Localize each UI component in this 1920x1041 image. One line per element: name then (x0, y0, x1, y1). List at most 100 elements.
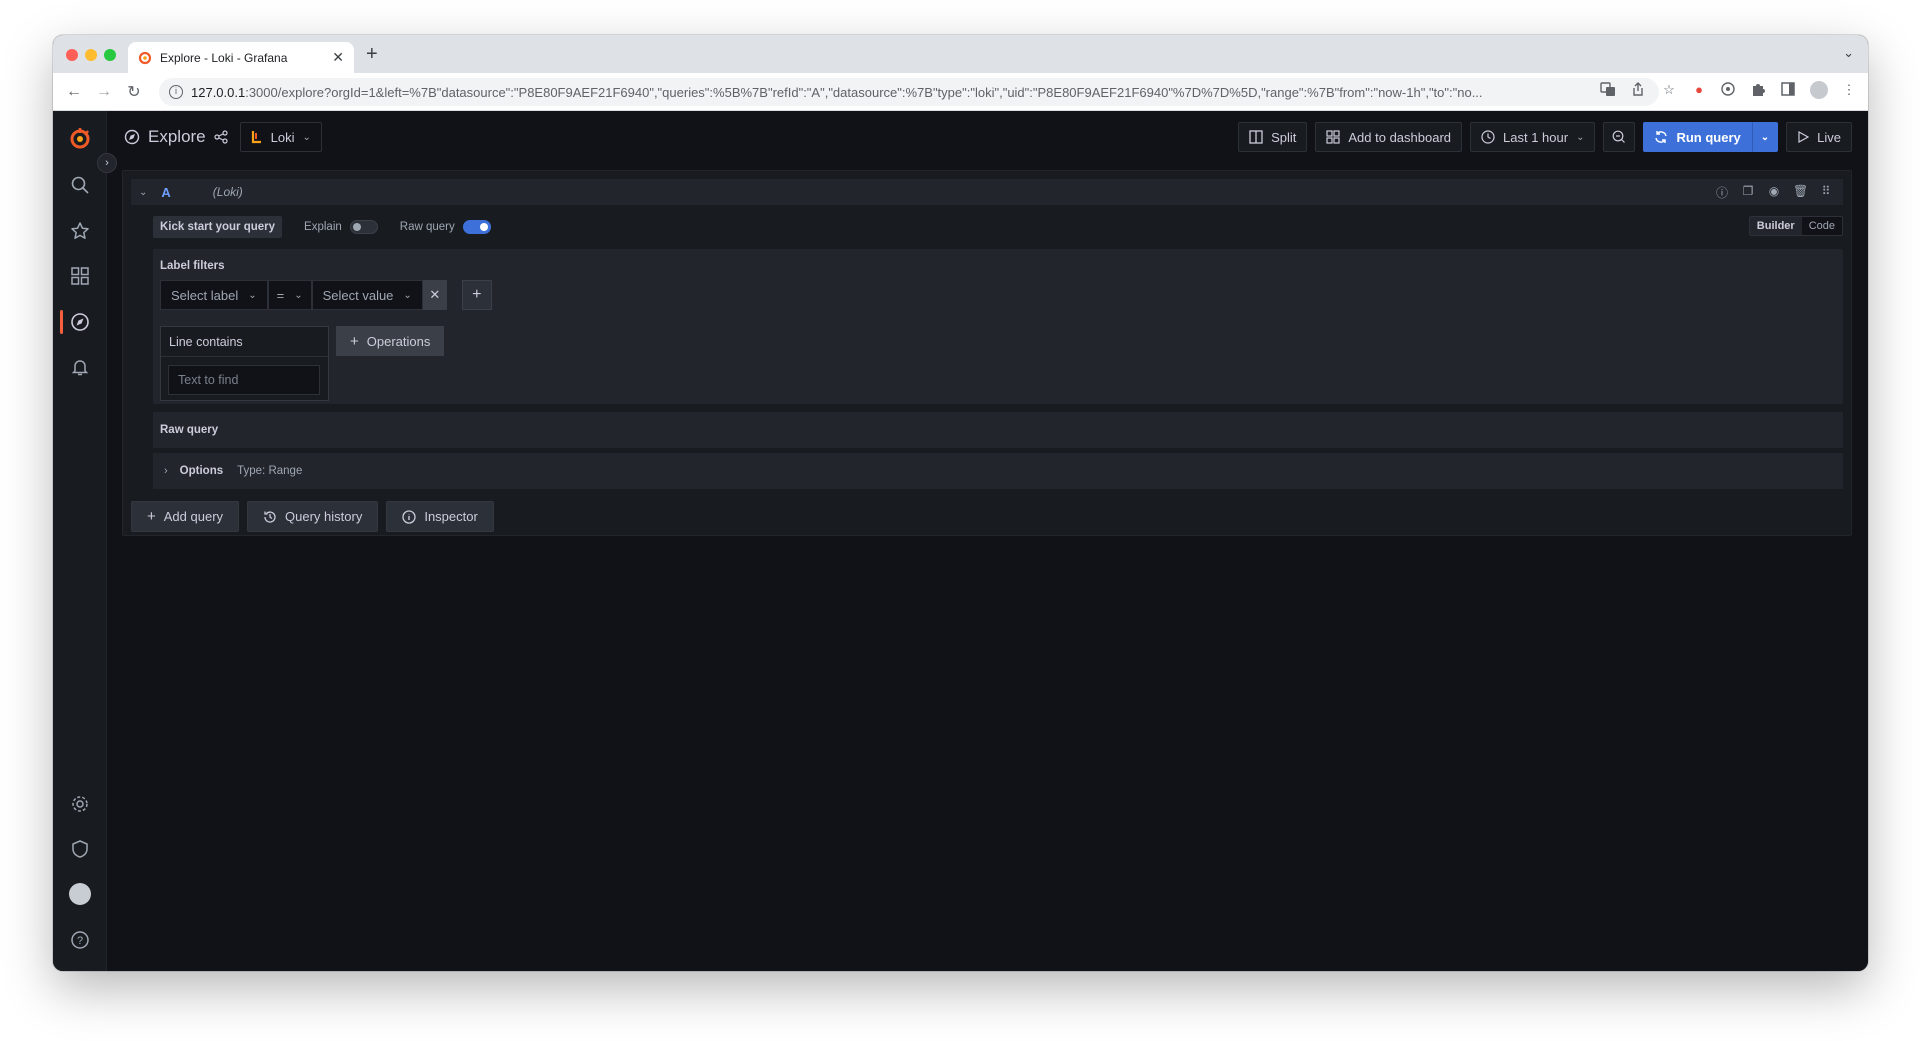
puzzle-icon[interactable] (1750, 81, 1768, 99)
query-bottom-actions: + Add query Query history Inspector (131, 501, 494, 532)
query-builder: Label filters Select label ⌄ = ⌄ Select … (153, 249, 1843, 404)
explain-toggle-group: Explain (304, 220, 378, 234)
extension-icon[interactable] (1720, 81, 1738, 99)
minimize-window-button[interactable] (85, 49, 97, 61)
sync-icon (1655, 131, 1668, 143)
site-info-icon[interactable]: i (169, 85, 183, 99)
label-filters-title: Label filters (160, 260, 225, 272)
line-contains-operation: Line contains Text to find (160, 326, 329, 401)
query-history-button[interactable]: Query history (247, 501, 379, 532)
chevron-down-icon: ⌄ (294, 289, 303, 301)
close-window-button[interactable] (66, 49, 78, 61)
search-icon[interactable] (68, 173, 92, 197)
grafana-app: › ? Explore Loki ⌄ Split Add to dashboar… (53, 111, 1868, 971)
add-query-button[interactable]: + Add query (131, 501, 240, 532)
options-label: Options (179, 465, 224, 477)
text-to-find-input[interactable]: Text to find (168, 365, 320, 395)
split-button[interactable]: Split (1238, 122, 1308, 152)
translate-icon[interactable] (1600, 81, 1618, 99)
user-avatar[interactable] (68, 882, 92, 906)
select-value-dropdown[interactable]: Select value ⌄ (311, 280, 423, 310)
browser-toolbar: ← → ↻ i 127.0.0.1:3000/explore?orgId=1&l… (53, 73, 1868, 111)
run-query-button[interactable]: Run query (1643, 122, 1752, 152)
grafana-favicon-icon (138, 51, 152, 65)
datasource-picker[interactable]: Loki ⌄ (239, 122, 322, 152)
alerting-icon[interactable] (68, 355, 92, 379)
chevron-down-icon: ⌄ (403, 289, 412, 301)
clock-icon (1481, 130, 1495, 144)
new-tab-button[interactable]: + (366, 43, 378, 66)
back-icon[interactable]: ← (59, 83, 89, 101)
share-link-icon[interactable] (214, 130, 228, 144)
explore-topbar: Explore Loki ⌄ Split Add to dashboard La… (107, 111, 1868, 163)
profile-icon[interactable] (1810, 81, 1828, 99)
hide-query-eye-icon[interactable]: ◉ (1767, 184, 1781, 201)
info-circle-icon (402, 509, 416, 524)
collapse-chevron-icon[interactable]: ⌄ (139, 187, 147, 198)
query-options-row[interactable]: › Options Type: Range (153, 453, 1843, 489)
page-title-text: Explore (148, 127, 206, 146)
time-range-picker[interactable]: Last 1 hour ⌄ (1470, 122, 1596, 152)
record-icon[interactable]: ● (1690, 81, 1708, 99)
explain-toggle[interactable] (349, 220, 378, 234)
add-to-dashboard-button[interactable]: Add to dashboard (1315, 122, 1463, 152)
sidepanel-icon[interactable] (1780, 81, 1798, 99)
dashboard-grid-icon (1326, 130, 1340, 144)
options-type: Type: Range (237, 465, 303, 477)
builder-mode-button[interactable]: Builder (1749, 217, 1802, 235)
delete-query-trash-icon[interactable]: 🗑 (1793, 184, 1808, 201)
tab-search-icon[interactable]: ⌄ (1843, 45, 1854, 61)
maximize-window-button[interactable] (104, 49, 116, 61)
operation-title[interactable]: Line contains (161, 327, 328, 357)
plus-icon: + (350, 332, 359, 350)
duplicate-query-icon[interactable]: ❐ (1741, 184, 1755, 201)
raw-query-toggle[interactable] (462, 220, 491, 234)
live-label: Live (1817, 129, 1841, 145)
code-mode-button[interactable]: Code (1802, 217, 1842, 235)
datasource-name: Loki (270, 129, 295, 145)
menu-icon[interactable]: ⋮ (1840, 81, 1858, 99)
address-bar[interactable]: i 127.0.0.1:3000/explore?orgId=1&left=%7… (159, 78, 1659, 106)
select-label-placeholder: Select label (171, 287, 239, 303)
grafana-logo-icon[interactable] (68, 127, 92, 151)
share-icon[interactable] (1630, 81, 1648, 99)
history-icon (264, 510, 276, 523)
live-button[interactable]: Live (1786, 122, 1852, 152)
operations-button[interactable]: + Operations (336, 326, 445, 356)
forward-icon[interactable]: → (89, 83, 119, 101)
select-value-placeholder: Select value (322, 287, 394, 303)
reload-icon[interactable]: ↻ (119, 82, 149, 102)
starred-icon[interactable] (68, 219, 92, 243)
help-icon[interactable]: ⓘ (1715, 184, 1729, 201)
remove-filter-close-icon[interactable]: ✕ (422, 280, 447, 310)
help-icon[interactable]: ? (68, 928, 92, 952)
operator-dropdown[interactable]: = ⌄ (267, 280, 312, 310)
kick-start-button[interactable]: Kick start your query (153, 216, 283, 238)
loki-logo-icon (251, 131, 261, 144)
drag-handle-icon[interactable]: ⠿ (1819, 184, 1833, 201)
explain-label: Explain (304, 221, 342, 233)
select-label-dropdown[interactable]: Select label ⌄ (160, 280, 268, 310)
browser-tabstrip: Explore - Loki - Grafana ✕ + ⌄ (53, 35, 1868, 73)
query-row-header[interactable]: ⌄ A (Loki) ⓘ ❐ ◉ 🗑 ⠿ (131, 179, 1843, 205)
url-path: :3000/explore?orgId=1&left=%7B"datasourc… (245, 84, 1483, 100)
browser-tab[interactable]: Explore - Loki - Grafana ✕ (128, 42, 354, 73)
svg-text:?: ? (77, 935, 83, 947)
run-query-interval-dropdown[interactable]: ⌄ (1751, 122, 1779, 152)
query-ref-id[interactable]: A (161, 185, 170, 200)
add-filter-plus-icon[interactable]: + (461, 280, 492, 310)
star-icon[interactable]: ☆ (1660, 81, 1678, 99)
inspector-button[interactable]: Inspector (386, 501, 494, 532)
close-tab-icon[interactable]: ✕ (332, 49, 344, 66)
chevron-down-icon: ⌄ (248, 289, 257, 301)
chevron-down-icon: ⌄ (1576, 131, 1585, 143)
configuration-gear-icon[interactable] (68, 792, 92, 816)
query-history-label: Query history (285, 509, 363, 524)
zoom-out-button[interactable] (1603, 122, 1636, 152)
raw-query-section: Raw query (153, 412, 1843, 448)
inspector-label: Inspector (424, 509, 478, 524)
dashboards-icon[interactable] (68, 264, 92, 288)
explore-icon[interactable] (68, 310, 92, 334)
topbar-actions: Split Add to dashboard Last 1 hour ⌄ Run… (1238, 122, 1852, 152)
server-admin-shield-icon[interactable] (68, 837, 92, 861)
